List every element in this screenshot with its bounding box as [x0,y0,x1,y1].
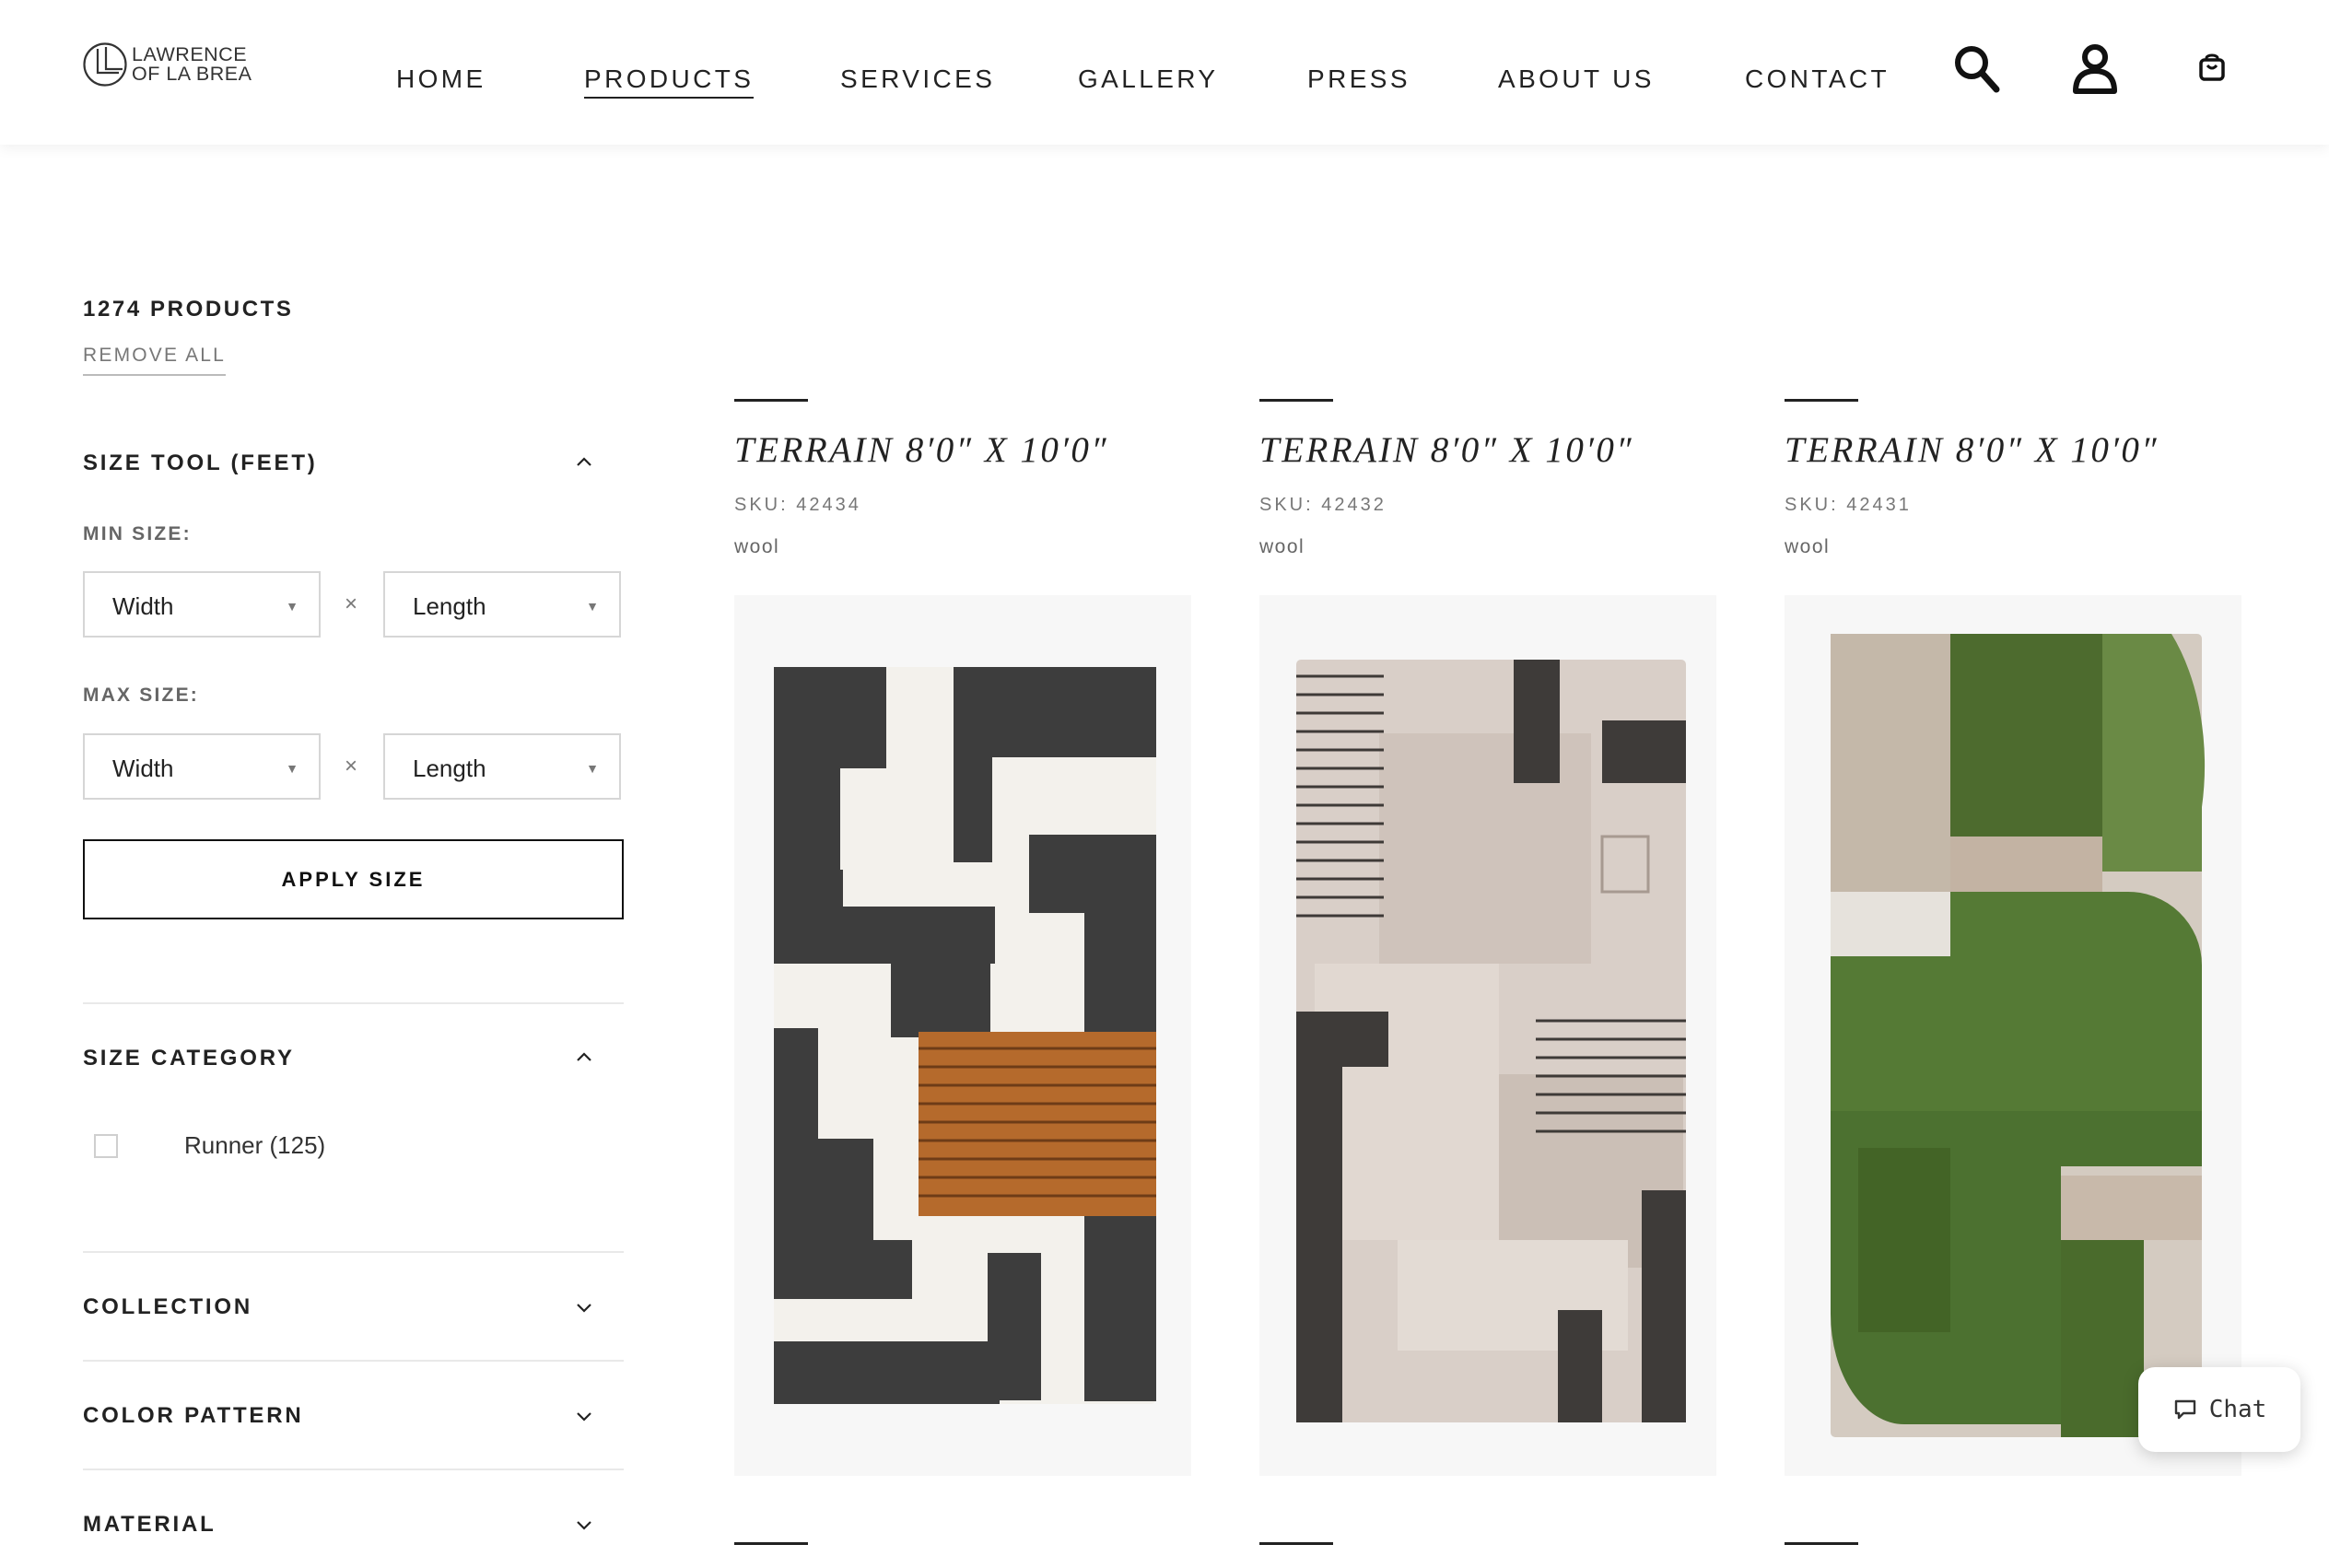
account-icon[interactable] [2071,43,2119,95]
divider [83,1360,624,1362]
product-material: wool [1785,536,1831,557]
product-material: wool [1259,536,1305,557]
logo-text: LAWRENCE OF LA BREA [132,43,252,85]
divider [83,1469,624,1470]
title-rule [734,399,808,402]
nav-press[interactable]: PRESS [1307,64,1410,94]
title-rule [1785,399,1858,402]
max-width-select[interactable]: Width ▼ [83,733,321,800]
title-rule [1259,1542,1333,1545]
max-width-value: Width [112,755,174,782]
times-symbol: × [345,754,358,778]
dropdown-arrow-icon: ▼ [586,599,599,614]
chevron-up-icon[interactable] [574,1050,594,1063]
nav-contact[interactable]: CONTACT [1745,64,1890,94]
color-pattern-title[interactable]: COLOR PATTERN [83,1403,304,1429]
chevron-down-icon[interactable] [574,1410,594,1423]
rug-image [1831,634,2206,1437]
chevron-up-icon[interactable] [574,455,594,468]
product-image[interactable] [1259,595,1716,1476]
title-rule [1259,399,1333,402]
collection-title[interactable]: COLLECTION [83,1294,252,1320]
product-title[interactable]: TERRAIN 8′0″ X 10′0″ [1259,429,1633,471]
dropdown-arrow-icon: ▼ [286,599,298,614]
rug-image [1296,660,1686,1422]
min-length-select[interactable]: Length ▼ [383,571,621,638]
product-sku: SKU: 42432 [1259,495,1387,515]
chevron-down-icon[interactable] [574,1519,594,1532]
apply-size-button[interactable]: APPLY SIZE [83,839,624,919]
site-header: LAWRENCE OF LA BREA HOME PRODUCTS SERVIC… [0,0,2329,145]
product-count: 1274 PRODUCTS [83,297,294,322]
runner-option-label[interactable]: Runner (125) [184,1131,325,1160]
title-rule [734,1542,808,1545]
product-material: wool [734,536,780,557]
cart-icon[interactable] [2197,53,2227,83]
min-width-select[interactable]: Width ▼ [83,571,321,638]
product-title[interactable]: TERRAIN 8′0″ X 10′0″ [1785,429,2159,471]
material-title[interactable]: MATERIAL [83,1512,217,1538]
product-image[interactable] [734,595,1191,1476]
runner-checkbox[interactable] [94,1134,118,1158]
min-length-value: Length [413,592,486,620]
chat-bubble-icon [2174,1399,2195,1420]
min-size-label: MIN SIZE: [83,523,192,544]
min-width-value: Width [112,592,174,620]
nav-about-us[interactable]: ABOUT US [1498,64,1655,94]
product-image[interactable] [1785,595,2241,1476]
chat-label: Chat [2208,1396,2267,1423]
max-length-select[interactable]: Length ▼ [383,733,621,800]
divider [83,1002,624,1004]
size-category-title[interactable]: SIZE CATEGORY [83,1046,295,1071]
chat-button[interactable]: Chat [2138,1367,2300,1452]
chevron-down-icon[interactable] [574,1302,594,1315]
search-icon[interactable] [1953,44,2001,94]
logo-mark-icon [83,42,127,87]
product-title[interactable]: TERRAIN 8′0″ X 10′0″ [734,429,1108,471]
dropdown-arrow-icon: ▼ [586,761,599,776]
logo-line-1: LAWRENCE [132,43,248,65]
max-length-value: Length [413,755,486,782]
nav-gallery[interactable]: GALLERY [1078,64,1218,94]
logo-line-2: OF LA BREA [132,63,252,85]
nav-services[interactable]: SERVICES [840,64,995,94]
rug-image [774,667,1156,1404]
product-sku: SKU: 42434 [734,495,861,515]
brand-logo[interactable]: LAWRENCE OF LA BREA [82,41,252,88]
remove-all-link[interactable]: REMOVE ALL [83,345,227,376]
max-size-label: MAX SIZE: [83,685,199,706]
size-tool-title[interactable]: SIZE TOOL (FEET) [83,451,318,476]
dropdown-arrow-icon: ▼ [286,761,298,776]
product-sku: SKU: 42431 [1785,495,1912,515]
times-symbol: × [345,591,358,616]
nav-products[interactable]: PRODUCTS [584,64,755,99]
divider [83,1251,624,1253]
nav-home[interactable]: HOME [396,64,486,94]
title-rule [1785,1542,1858,1545]
